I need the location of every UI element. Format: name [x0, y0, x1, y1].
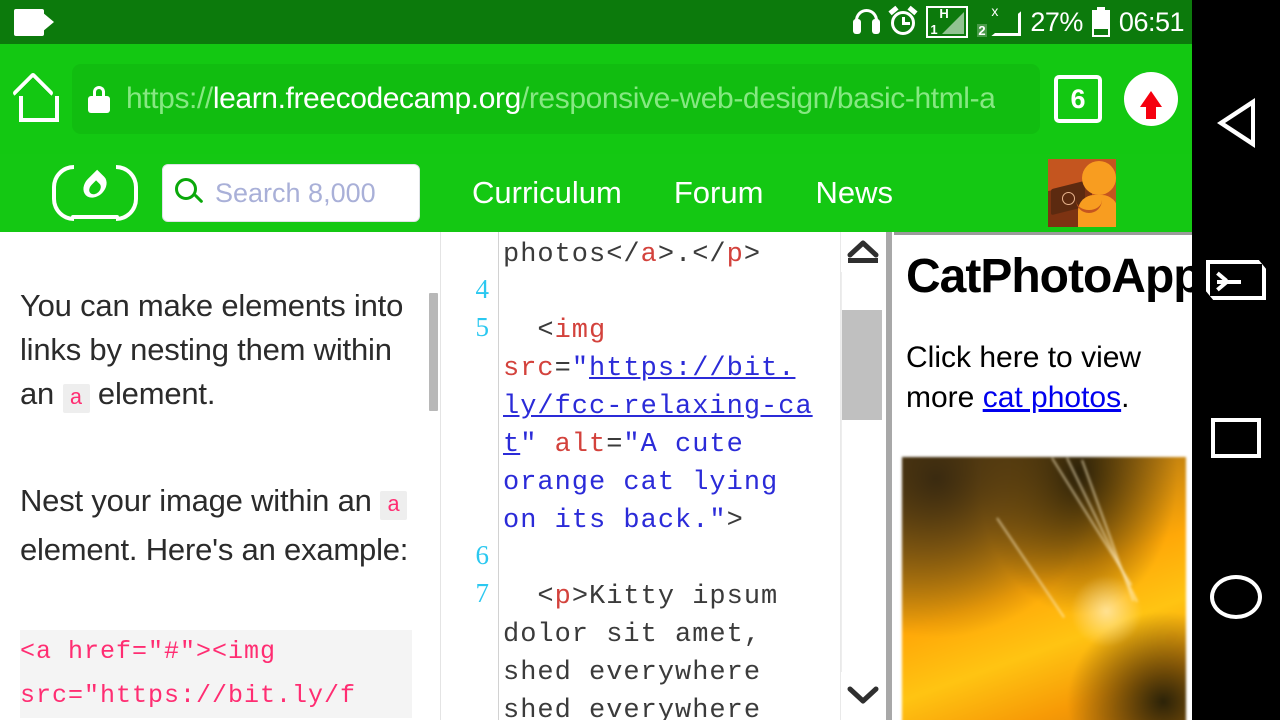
alarm-clock-icon [888, 5, 918, 36]
code-row-5e: orange cat lying [503, 468, 779, 498]
instruction-2-text-after: element. Here's an example: [20, 532, 409, 567]
search-input[interactable]: Search 8,000 [162, 164, 420, 222]
code-row-blank-4 [503, 274, 840, 312]
search-placeholder: Search 8,000 [215, 177, 376, 208]
address-bar[interactable]: https://learn.freecodecamp.org/responsiv… [72, 64, 1040, 134]
code-row-3-tail: photos</a>.</p> [503, 240, 762, 270]
editor-scrollbar[interactable] [840, 232, 884, 720]
cat-photo-image [902, 457, 1186, 720]
status-bar: H 1 x 2 27% 06:51 [0, 0, 1192, 44]
url-path: /responsive-web-design/basic-html-a [520, 82, 996, 115]
url-host: learn.freecodecamp.org [212, 82, 521, 115]
code-row-blank-6 [503, 540, 840, 578]
headphones-icon [853, 9, 881, 35]
line-number-7: 7 [475, 578, 490, 608]
line-number-4: 4 [475, 274, 490, 304]
instruction-paragraph-1: You can make elements into links by nest… [20, 284, 412, 421]
inline-code-a-1: a [62, 384, 90, 413]
code-row-5b: src="https://bit. [503, 354, 796, 384]
instruction-paragraph-2: Nest your image within an a element. Her… [20, 479, 412, 572]
instructions-panel: You can make elements into links by nest… [0, 232, 440, 720]
signal-x-icon: x 2 [977, 3, 1022, 38]
battery-icon [1091, 7, 1110, 37]
code-row-7b: dolor sit amet, [503, 620, 762, 650]
editor-right-border [886, 232, 892, 720]
code-row-7a: <p>Kitty ipsum [503, 582, 779, 612]
back-triangle-icon[interactable] [1192, 98, 1280, 148]
lock-icon [88, 85, 110, 113]
freecodecamp-logo-icon[interactable] [52, 165, 138, 221]
code-row-5a: <img [503, 316, 607, 346]
editor-scrollbar-thumb[interactable] [842, 310, 882, 420]
preview-heading: CatPhotoApp [906, 250, 1192, 303]
phone-viewport: H 1 x 2 27% 06:51 https://learn.freecode… [0, 0, 1192, 720]
up-arrow-icon[interactable] [1124, 72, 1178, 126]
signal-sim1-label: 1 [930, 22, 938, 37]
nav-link-curriculum[interactable]: Curriculum [472, 175, 622, 211]
signal-x-label: x [991, 3, 999, 19]
preview-panel: CatPhotoApp Click here to view more cat … [894, 232, 1192, 720]
line-number-5: 5 [475, 312, 490, 342]
avatar[interactable] [1048, 159, 1116, 227]
android-nav-bar [1192, 0, 1280, 720]
line-number-6: 6 [475, 540, 490, 570]
browser-chrome: https://learn.freecodecamp.org/responsiv… [0, 44, 1192, 154]
signal-sim2-label: 2 [977, 23, 987, 38]
nav-link-forum[interactable]: Forum [674, 175, 764, 211]
screen-root: H 1 x 2 27% 06:51 https://learn.freecode… [0, 0, 1280, 720]
challenge-content: You can make elements into links by nest… [0, 232, 1192, 720]
tab-count-button[interactable]: 6 [1054, 75, 1102, 123]
swap-screen-icon[interactable] [1192, 260, 1280, 300]
example-code-line-1: <a href="#"><img [20, 630, 412, 674]
inline-code-a-2: a [380, 491, 408, 520]
battery-percent-label: 27% [1030, 6, 1083, 37]
code-row-5c: ly/fcc-relaxing-ca [503, 392, 813, 422]
code-row-7c: shed everywhere [503, 658, 762, 688]
status-bar-right: H 1 x 2 27% 06:51 [853, 0, 1185, 44]
recents-square-icon[interactable] [1192, 418, 1280, 458]
url-scheme: https:// [126, 82, 213, 115]
example-code-line-2: src="https://bit.ly/f [20, 674, 412, 718]
nav-link-news[interactable]: News [815, 175, 893, 211]
instruction-2-text-before: Nest your image within an [20, 483, 381, 518]
editor-gutter: 4 5 6 7 [441, 232, 497, 720]
search-icon [175, 178, 205, 208]
home-icon[interactable] [11, 71, 64, 122]
url-text: https://learn.freecodecamp.org/responsiv… [126, 82, 995, 116]
instructions-scrollbar[interactable] [429, 293, 438, 411]
preview-paragraph: Click here to view more cat photos. [906, 338, 1192, 418]
chevron-up-icon[interactable] [847, 240, 879, 258]
code-row-7d: shed everywhere [503, 696, 762, 720]
chevron-down-icon[interactable] [847, 686, 879, 704]
clock-label: 06:51 [1118, 6, 1185, 37]
editor-code-area[interactable]: photos</a>.</p> <img src="https://bit. l… [498, 232, 840, 720]
instruction-1-text-after: element. [89, 376, 216, 411]
video-camera-icon [14, 8, 54, 36]
cat-photos-link[interactable]: cat photos [983, 381, 1121, 414]
preview-text-after: . [1121, 381, 1130, 414]
code-editor-panel[interactable]: 4 5 6 7 photos</a>.</p> <img src="https:… [440, 232, 892, 720]
signal-h-icon: H 1 [926, 6, 969, 38]
code-row-5f: on its back."> [503, 506, 744, 536]
home-circle-icon[interactable] [1192, 575, 1280, 619]
site-navbar: Search 8,000 Curriculum Forum News [0, 154, 1192, 232]
code-row-5d: t" alt="A cute [503, 430, 744, 460]
signal-h-label: H [939, 6, 949, 21]
status-bar-left [14, 0, 54, 44]
